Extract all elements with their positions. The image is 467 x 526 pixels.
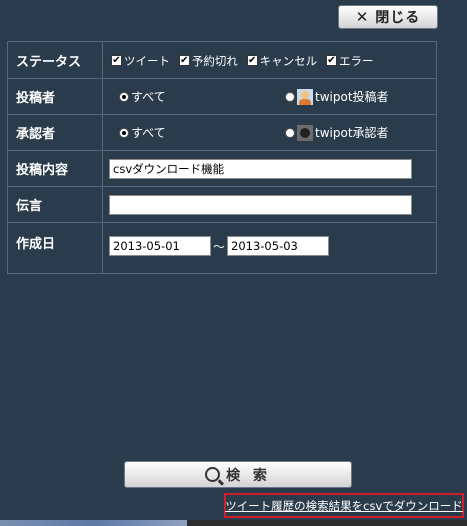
poster-options: すべて twipot投稿者 bbox=[102, 78, 437, 115]
status-checkbox-cancel[interactable]: ✔ キャンセル bbox=[246, 53, 318, 69]
close-button-label: 閉じる bbox=[375, 10, 421, 26]
check-icon: ✔ bbox=[246, 54, 258, 66]
radio-icon bbox=[285, 127, 295, 138]
taskbar-strip bbox=[0, 520, 467, 526]
check-icon: ✔ bbox=[111, 54, 122, 66]
checkbox-label: エラー bbox=[338, 53, 374, 68]
close-button[interactable]: ✕ 閉じる bbox=[338, 5, 438, 29]
download-highlight: ツイート履歴の検索結果をcsvでダウンロード bbox=[224, 493, 464, 518]
search-icon bbox=[205, 467, 221, 482]
approver-radio-twipot[interactable]: twipot承認者 bbox=[285, 124, 389, 141]
radio-label: すべて bbox=[131, 90, 166, 104]
message-label: 伝言 bbox=[7, 186, 103, 223]
content-cell: csvダウンロード機能 bbox=[102, 150, 437, 187]
content-label: 投稿内容 bbox=[7, 150, 103, 187]
radio-label: すべて bbox=[131, 126, 166, 140]
avatar bbox=[297, 88, 313, 105]
status-checkbox-error[interactable]: ✔ エラー bbox=[325, 53, 374, 69]
radio-label: twipot承認者 bbox=[315, 126, 389, 140]
check-icon: ✔ bbox=[325, 54, 337, 66]
created-label: 作成日 bbox=[7, 222, 103, 274]
search-button-label: 検 索 bbox=[226, 467, 271, 484]
radio-selected-icon bbox=[119, 91, 129, 102]
created-cell: 2013-05-01 ～ 2013-05-03 bbox=[102, 222, 437, 274]
message-input[interactable] bbox=[109, 194, 412, 215]
status-checkbox-tweet[interactable]: ✔ ツイート bbox=[111, 53, 170, 69]
status-checkboxes: ✔ ツイート ✔ 予約切れ ✔ キャンセル ✔ エラー bbox=[102, 41, 437, 79]
date-to-input[interactable]: 2013-05-03 bbox=[227, 236, 330, 256]
poster-radio-all[interactable]: すべて bbox=[119, 88, 279, 105]
status-checkbox-expired[interactable]: ✔ 予約切れ bbox=[178, 53, 238, 69]
status-label: ステータス bbox=[7, 41, 103, 79]
poster-label: 投稿者 bbox=[7, 78, 103, 115]
poster-radio-twipot[interactable]: twipot投稿者 bbox=[285, 88, 389, 105]
approver-radio-all[interactable]: すべて bbox=[119, 124, 279, 141]
content-input[interactable]: csvダウンロード機能 bbox=[109, 158, 412, 179]
close-icon: ✕ bbox=[355, 8, 370, 26]
radio-label: twipot投稿者 bbox=[315, 90, 389, 104]
checkbox-label: ツイート bbox=[124, 53, 170, 68]
date-separator: ～ bbox=[213, 239, 226, 254]
csv-download-link[interactable]: ツイート履歴の検索結果をcsvでダウンロード bbox=[225, 498, 463, 514]
approver-options: すべて twipot承認者 bbox=[102, 114, 437, 151]
avatar bbox=[297, 124, 313, 141]
search-button[interactable]: 検 索 bbox=[124, 461, 352, 488]
approver-label: 承認者 bbox=[7, 114, 103, 151]
check-icon: ✔ bbox=[178, 54, 190, 66]
radio-icon bbox=[285, 91, 295, 102]
checkbox-label: キャンセル bbox=[259, 53, 318, 68]
radio-selected-icon bbox=[119, 127, 129, 138]
date-from-input[interactable]: 2013-05-01 bbox=[109, 236, 211, 256]
message-cell bbox=[102, 186, 437, 223]
search-form: ステータス ✔ ツイート ✔ 予約切れ ✔ キャンセル ✔ エラー 投稿者 すべて tw… bbox=[7, 41, 437, 274]
checkbox-label: 予約切れ bbox=[191, 53, 238, 68]
